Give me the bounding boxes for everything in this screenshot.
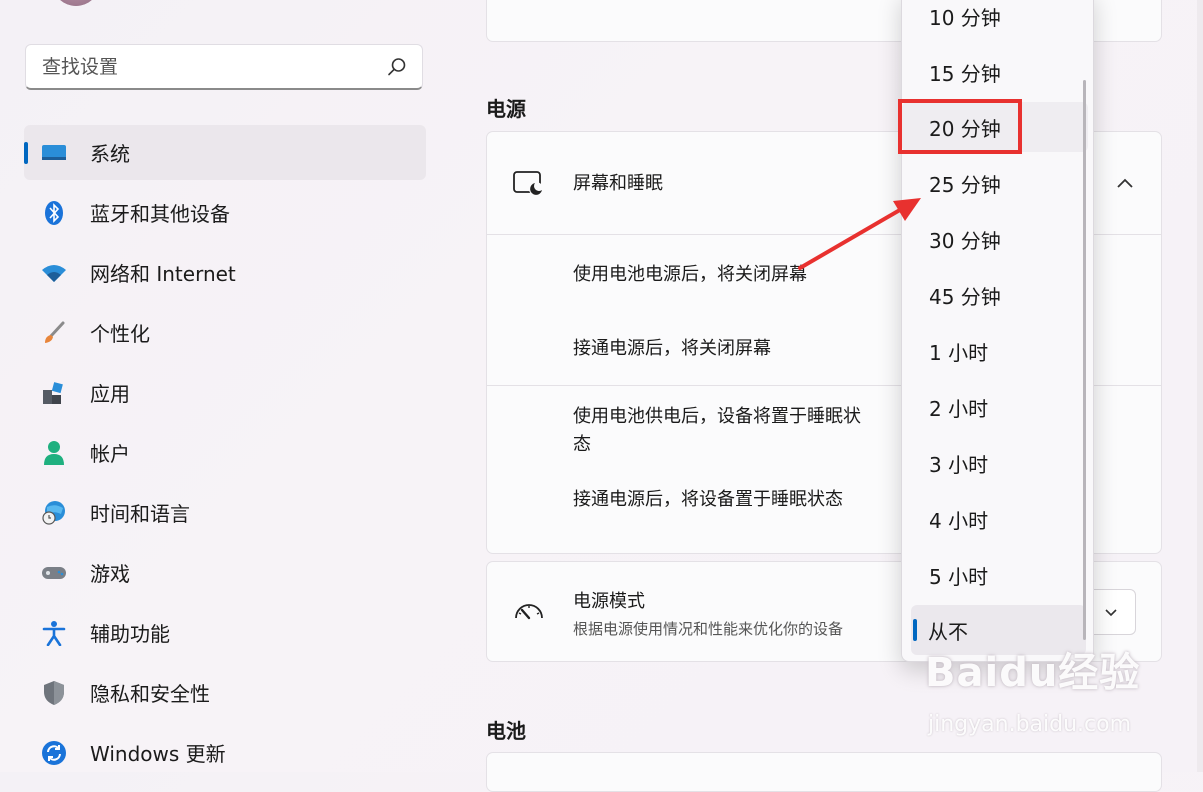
globe-clock-icon [40, 499, 68, 527]
battery-sleep-label: 使用电池供电后，设备将置于睡眠状态 [573, 406, 861, 455]
sidebar-item-privacy[interactable]: 隐私和安全性 [24, 665, 426, 720]
sidebar-item-label: 蓝牙和其他设备 [90, 202, 230, 226]
power-mode-subtitle: 根据电源使用情况和性能来优化你的设备 [573, 620, 844, 638]
timeout-option[interactable]: 1 小时 [902, 326, 1088, 376]
dropdown-scrollbar[interactable] [1083, 80, 1086, 640]
shield-icon [40, 679, 68, 707]
search-box[interactable] [25, 44, 423, 90]
timeout-option[interactable]: 5 小时 [902, 550, 1088, 600]
timeout-option[interactable]: 45 分钟 [902, 270, 1088, 320]
timeout-option[interactable]: 25 分钟 [902, 158, 1088, 208]
sidebar-item-label: 个性化 [90, 322, 150, 346]
screen-sleep-icon [513, 171, 543, 196]
battery-card [486, 752, 1162, 792]
accessibility-icon [40, 619, 68, 647]
sidebar-item-label: 辅助功能 [90, 622, 170, 646]
sidebar-item-time-language[interactable]: 时间和语言 [24, 485, 426, 540]
selected-indicator [913, 619, 917, 641]
sidebar-item-accessibility[interactable]: 辅助功能 [24, 605, 426, 660]
power-mode-icon [515, 604, 543, 620]
sidebar-item-label: 隐私和安全性 [90, 682, 210, 706]
sidebar-item-label: 应用 [90, 382, 130, 406]
system-icon [40, 139, 68, 167]
highlight-box-annotation [898, 99, 1022, 154]
baidu-watermark: Baidu经验 [925, 650, 1141, 696]
battery-screen-off-label: 使用电池电源后，将关闭屏幕 [573, 264, 807, 285]
timeout-option[interactable]: 10 分钟 [902, 0, 1088, 41]
timeout-option[interactable]: 15 分钟 [902, 47, 1088, 97]
chevron-up-icon[interactable] [1114, 173, 1136, 193]
power-mode-title: 电源模式 [573, 591, 645, 612]
bluetooth-icon [40, 199, 68, 227]
gamepad-icon [40, 559, 68, 587]
sidebar-item-gaming[interactable]: 游戏 [24, 545, 426, 600]
sidebar-item-label: 帐户 [90, 442, 130, 466]
sidebar-item-personalization[interactable]: 个性化 [24, 305, 426, 360]
sidebar-item-label: 网络和 Internet [90, 262, 236, 286]
baidu-watermark-url: jingyan.baidu.com [928, 712, 1132, 737]
plugged-sleep-label: 接通电源后，将设备置于睡眠状态 [573, 489, 843, 510]
sidebar-item-accounts[interactable]: 帐户 [24, 425, 426, 480]
sidebar-item-apps[interactable]: 应用 [24, 365, 426, 420]
account-icon [40, 439, 68, 467]
sidebar-item-label: Windows 更新 [90, 742, 226, 766]
screen-sleep-title[interactable]: 屏幕和睡眠 [573, 170, 663, 198]
wifi-icon [40, 259, 68, 287]
avatar[interactable] [52, 0, 100, 6]
search-icon[interactable] [386, 56, 408, 78]
plugged-screen-off-label: 接通电源后，将关闭屏幕 [573, 338, 771, 359]
battery-section-title: 电池 [486, 719, 526, 743]
apps-icon [40, 379, 68, 407]
timeout-option[interactable]: 30 分钟 [902, 214, 1088, 264]
brush-icon [40, 319, 68, 347]
search-input[interactable] [40, 54, 386, 79]
selected-indicator [24, 142, 28, 164]
timeout-option[interactable]: 4 小时 [902, 494, 1088, 544]
chevron-down-icon [1105, 609, 1117, 617]
sidebar-item-system[interactable]: 系统 [24, 125, 426, 180]
timeout-option[interactable]: 3 小时 [902, 438, 1088, 488]
sidebar-item-label: 游戏 [90, 562, 130, 586]
update-icon [40, 739, 68, 767]
sidebar-item-label: 系统 [90, 142, 130, 166]
sidebar-item-network[interactable]: 网络和 Internet [24, 245, 426, 300]
sidebar-item-bluetooth[interactable]: 蓝牙和其他设备 [24, 185, 426, 240]
sidebar-item-label: 时间和语言 [90, 502, 190, 526]
power-section-title: 电源 [486, 97, 526, 121]
background-edge [1197, 0, 1203, 772]
timeout-option[interactable]: 2 小时 [902, 382, 1088, 432]
sidebar-nav: 系统 蓝牙和其他设备 网络和 Internet 个性化 应用 帐户 时间和语言 … [24, 125, 426, 785]
